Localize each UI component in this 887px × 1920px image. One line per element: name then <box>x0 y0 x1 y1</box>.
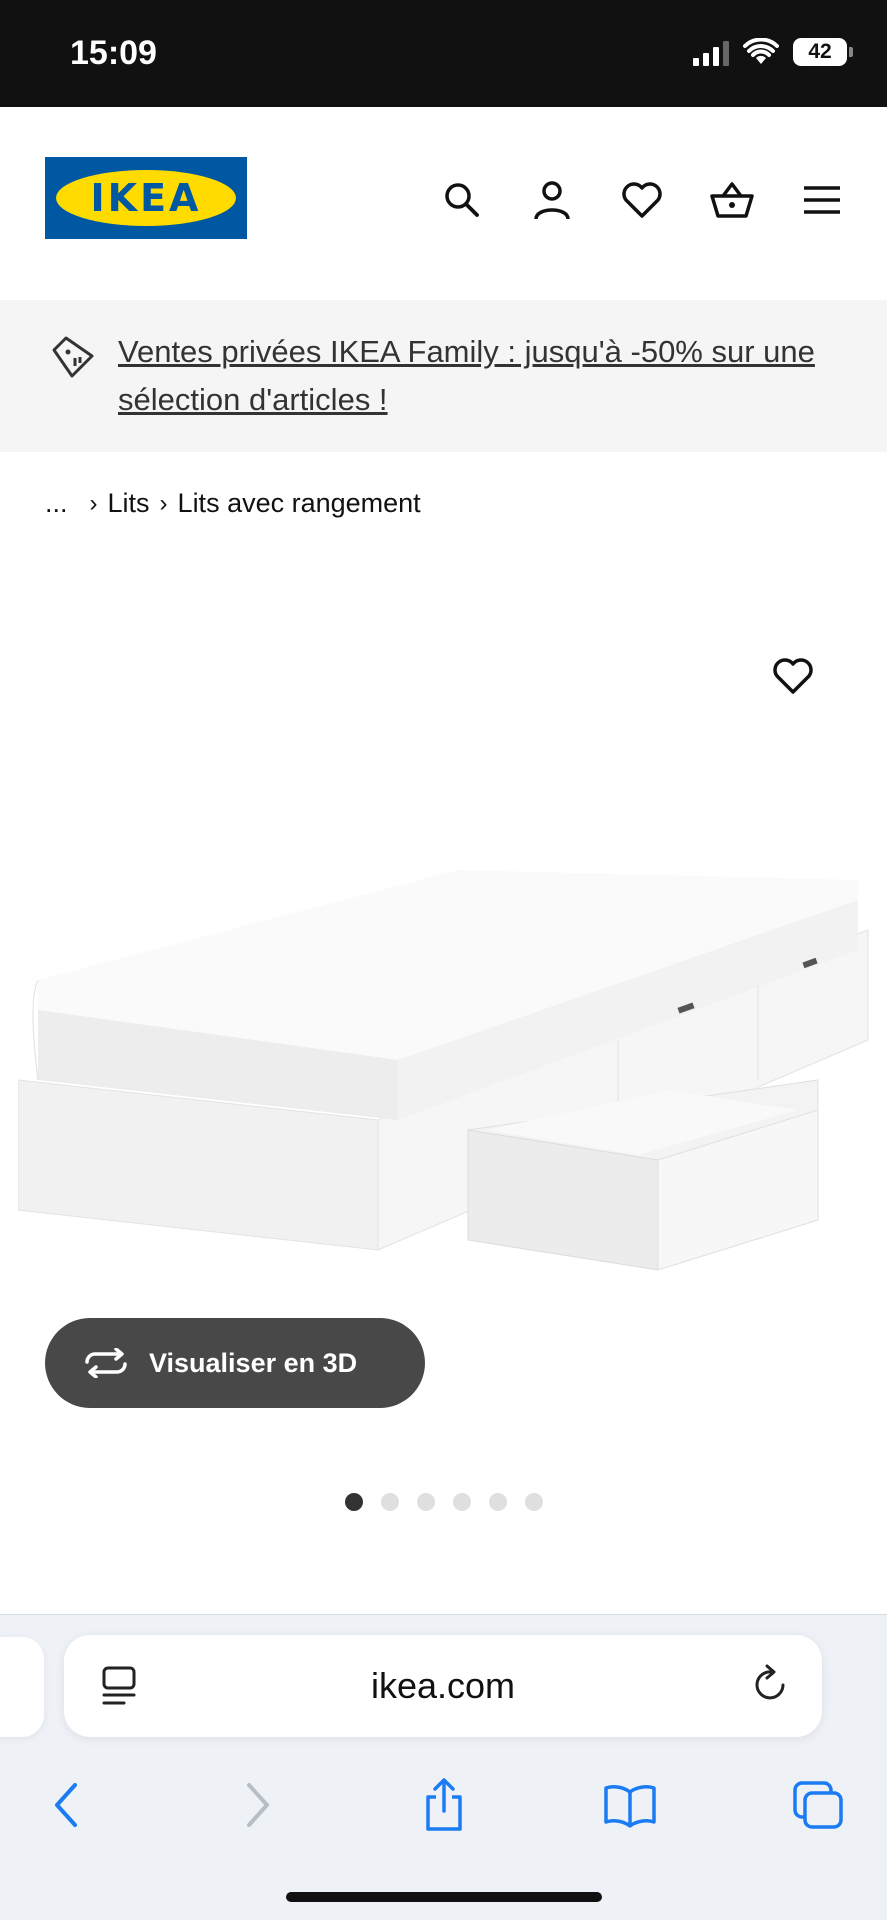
back-button[interactable] <box>34 1773 98 1837</box>
breadcrumb-item-lits-avec-rangement[interactable]: Lits avec rangement <box>178 488 421 519</box>
account-icon[interactable] <box>525 173 579 227</box>
share-button[interactable] <box>412 1773 476 1837</box>
image-pagination <box>0 1493 887 1511</box>
breadcrumb: ... › Lits › Lits avec rangement <box>45 488 421 519</box>
pagination-dot[interactable] <box>344 1493 363 1511</box>
status-time: 15:09 <box>70 34 157 72</box>
menu-icon[interactable] <box>795 173 849 227</box>
tabs-icon <box>793 1781 843 1829</box>
address-bar[interactable]: ikea.com <box>64 1635 822 1737</box>
promo-link[interactable]: Ventes privées IKEA Family : jusqu'à -50… <box>118 328 818 424</box>
forward-button[interactable] <box>226 1773 290 1837</box>
cellular-signal-icon <box>693 38 729 66</box>
pagination-dot[interactable] <box>380 1493 399 1511</box>
add-to-favourites-button[interactable] <box>763 648 819 704</box>
view-in-3d-button[interactable]: Visualiser en 3D <box>45 1318 425 1408</box>
breadcrumb-item-lits[interactable]: Lits <box>108 488 150 519</box>
product-gallery: Visualiser en 3D <box>0 540 887 1615</box>
bookmarks-button[interactable] <box>598 1773 662 1837</box>
tag-icon <box>52 336 94 378</box>
pagination-dot[interactable] <box>488 1493 507 1511</box>
browser-bottom-bar: ikea.com <box>0 1614 887 1920</box>
header-actions <box>435 173 849 227</box>
ikea-logo[interactable]: IKEA <box>45 157 247 239</box>
logo-text: IKEA <box>56 170 236 226</box>
chevron-right-icon: › <box>159 489 168 517</box>
home-indicator[interactable] <box>286 1892 602 1902</box>
product-image[interactable] <box>18 780 878 1300</box>
chevron-right-icon <box>247 1783 269 1827</box>
share-icon <box>426 1778 462 1831</box>
heart-icon[interactable] <box>615 173 669 227</box>
pagination-dot[interactable] <box>452 1493 471 1511</box>
tabs-button[interactable] <box>786 1773 850 1837</box>
status-icons: 42 <box>693 38 853 66</box>
battery-indicator: 42 <box>793 38 853 66</box>
basket-icon[interactable] <box>705 173 759 227</box>
reload-icon[interactable] <box>750 1663 792 1707</box>
wifi-icon <box>743 38 779 64</box>
promo-banner: Ventes privées IKEA Family : jusqu'à -50… <box>0 300 887 452</box>
rotate-3d-icon <box>85 1348 127 1378</box>
url-text: ikea.com <box>370 1665 516 1706</box>
chevron-right-icon: › <box>89 489 98 517</box>
breadcrumb-ellipsis[interactable]: ... <box>45 488 68 519</box>
pagination-dot[interactable] <box>524 1493 543 1511</box>
chevron-left-icon <box>55 1783 77 1827</box>
view-in-3d-label: Visualiser en 3D <box>149 1347 358 1378</box>
previous-tab-preview[interactable] <box>0 1637 44 1737</box>
book-icon <box>604 1785 656 1828</box>
status-bar: 15:09 42 <box>0 0 887 107</box>
site-header: IKEA <box>0 107 887 300</box>
search-icon[interactable] <box>435 173 489 227</box>
pagination-dot[interactable] <box>416 1493 435 1511</box>
browser-toolbar <box>0 1763 887 1853</box>
